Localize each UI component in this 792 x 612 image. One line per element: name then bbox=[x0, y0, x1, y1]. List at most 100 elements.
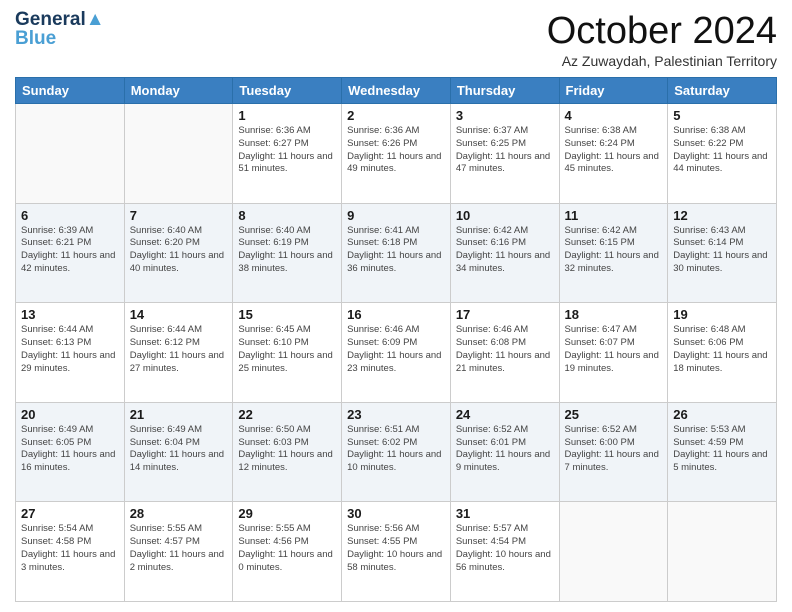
title-area: October 2024 Az Zuwaydah, Palestinian Te… bbox=[547, 10, 777, 69]
day-info: Sunrise: 6:36 AMSunset: 6:26 PMDaylight:… bbox=[347, 125, 445, 176]
calendar-cell: 30 Sunrise: 5:56 AMSunset: 4:55 PMDayligh… bbox=[342, 502, 451, 602]
day-info: Sunrise: 6:51 AMSunset: 6:02 PMDaylight:… bbox=[347, 424, 445, 475]
calendar-cell bbox=[668, 502, 777, 602]
day-number: 19 bbox=[673, 307, 771, 322]
calendar-body: 1 Sunrise: 6:36 AMSunset: 6:27 PMDaylight… bbox=[16, 104, 777, 602]
weekday-header-saturday: Saturday bbox=[668, 78, 777, 104]
day-number: 8 bbox=[238, 208, 336, 223]
day-number: 9 bbox=[347, 208, 445, 223]
day-info: Sunrise: 5:55 AMSunset: 4:57 PMDaylight:… bbox=[130, 523, 228, 574]
calendar-cell: 10 Sunrise: 6:42 AMSunset: 6:16 PMDayligh… bbox=[450, 203, 559, 303]
day-number: 23 bbox=[347, 407, 445, 422]
calendar-cell: 21 Sunrise: 6:49 AMSunset: 6:04 PMDayligh… bbox=[124, 402, 233, 502]
calendar-cell: 14Sunrise: 6:44 AMSunset: 6:12 PMDayligh… bbox=[124, 303, 233, 403]
calendar-cell: 26Sunrise: 5:53 AMSunset: 4:59 PMDayligh… bbox=[668, 402, 777, 502]
day-number: 29 bbox=[238, 506, 336, 521]
day-number: 7 bbox=[130, 208, 228, 223]
day-info: Sunrise: 6:39 AMSunset: 6:21 PMDaylight:… bbox=[21, 225, 119, 276]
logo-line1: General▲ bbox=[15, 10, 105, 29]
calendar-cell: 12Sunrise: 6:43 AMSunset: 6:14 PMDayligh… bbox=[668, 203, 777, 303]
day-number: 1 bbox=[238, 108, 336, 123]
day-info: Sunrise: 6:36 AMSunset: 6:27 PMDaylight:… bbox=[238, 125, 336, 176]
day-number: 12 bbox=[673, 208, 771, 223]
calendar-cell: 15 Sunrise: 6:45 AMSunset: 6:10 PMDayligh… bbox=[233, 303, 342, 403]
calendar-cell: 7 Sunrise: 6:40 AMSunset: 6:20 PMDaylight… bbox=[124, 203, 233, 303]
calendar-cell: 28 Sunrise: 5:55 AMSunset: 4:57 PMDayligh… bbox=[124, 502, 233, 602]
day-info: Sunrise: 6:49 AMSunset: 6:04 PMDaylight:… bbox=[130, 424, 228, 475]
day-info: Sunrise: 6:40 AMSunset: 6:20 PMDaylight:… bbox=[130, 225, 228, 276]
calendar-cell: 13 Sunrise: 6:44 AMSunset: 6:13 PMDayligh… bbox=[16, 303, 125, 403]
day-number: 3 bbox=[456, 108, 554, 123]
calendar-cell bbox=[124, 104, 233, 204]
day-info: Sunrise: 6:42 AMSunset: 6:16 PMDaylight:… bbox=[456, 225, 554, 276]
month-title: October 2024 bbox=[547, 10, 777, 53]
day-info: Sunrise: 6:38 AMSunset: 6:24 PMDaylight:… bbox=[565, 125, 663, 176]
calendar-header-row: SundayMondayTuesdayWednesdayThursdayFrid… bbox=[16, 78, 777, 104]
day-number: 15 bbox=[238, 307, 336, 322]
weekday-header-sunday: Sunday bbox=[16, 78, 125, 104]
day-number: 11 bbox=[565, 208, 663, 223]
day-info: Sunrise: 6:41 AMSunset: 6:18 PMDaylight:… bbox=[347, 225, 445, 276]
day-info: Sunrise: 5:56 AMSunset: 4:55 PMDaylight:… bbox=[347, 523, 445, 574]
day-info: Sunrise: 6:44 AMSunset: 6:12 PMDaylight:… bbox=[130, 324, 228, 375]
day-number: 21 bbox=[130, 407, 228, 422]
calendar-week-row: 20Sunrise: 6:49 AMSunset: 6:05 PMDayligh… bbox=[16, 402, 777, 502]
day-info: Sunrise: 6:48 AMSunset: 6:06 PMDaylight:… bbox=[673, 324, 771, 375]
day-number: 18 bbox=[565, 307, 663, 322]
day-number: 27 bbox=[21, 506, 119, 521]
day-number: 24 bbox=[456, 407, 554, 422]
day-info: Sunrise: 6:46 AMSunset: 6:09 PMDaylight:… bbox=[347, 324, 445, 375]
day-info: Sunrise: 5:57 AMSunset: 4:54 PMDaylight:… bbox=[456, 523, 554, 574]
calendar-week-row: 27 Sunrise: 5:54 AMSunset: 4:58 PMDayligh… bbox=[16, 502, 777, 602]
day-number: 31 bbox=[456, 506, 554, 521]
page: General▲ Blue October 2024 Az Zuwaydah, … bbox=[0, 0, 792, 612]
weekday-header-monday: Monday bbox=[124, 78, 233, 104]
day-info: Sunrise: 6:44 AMSunset: 6:13 PMDaylight:… bbox=[21, 324, 119, 375]
header: General▲ Blue October 2024 Az Zuwaydah, … bbox=[15, 10, 777, 69]
calendar-cell: 18 Sunrise: 6:47 AMSunset: 6:07 PMDayligh… bbox=[559, 303, 668, 403]
calendar-week-row: 6 Sunrise: 6:39 AMSunset: 6:21 PMDaylight… bbox=[16, 203, 777, 303]
day-number: 16 bbox=[347, 307, 445, 322]
location-subtitle: Az Zuwaydah, Palestinian Territory bbox=[547, 53, 777, 69]
calendar-table: SundayMondayTuesdayWednesdayThursdayFrid… bbox=[15, 77, 777, 602]
day-number: 28 bbox=[130, 506, 228, 521]
calendar-week-row: 13 Sunrise: 6:44 AMSunset: 6:13 PMDayligh… bbox=[16, 303, 777, 403]
day-number: 17 bbox=[456, 307, 554, 322]
day-number: 6 bbox=[21, 208, 119, 223]
weekday-header-tuesday: Tuesday bbox=[233, 78, 342, 104]
calendar-cell: 11 Sunrise: 6:42 AMSunset: 6:15 PMDayligh… bbox=[559, 203, 668, 303]
calendar-cell: 17 Sunrise: 6:46 AMSunset: 6:08 PMDayligh… bbox=[450, 303, 559, 403]
logo-line2: Blue bbox=[15, 29, 105, 48]
day-number: 10 bbox=[456, 208, 554, 223]
day-number: 30 bbox=[347, 506, 445, 521]
calendar-cell: 25Sunrise: 6:52 AMSunset: 6:00 PMDayligh… bbox=[559, 402, 668, 502]
logo: General▲ Blue bbox=[15, 10, 105, 48]
day-info: Sunrise: 6:45 AMSunset: 6:10 PMDaylight:… bbox=[238, 324, 336, 375]
day-info: Sunrise: 6:42 AMSunset: 6:15 PMDaylight:… bbox=[565, 225, 663, 276]
calendar-cell: 2Sunrise: 6:36 AMSunset: 6:26 PMDaylight… bbox=[342, 104, 451, 204]
day-number: 13 bbox=[21, 307, 119, 322]
weekday-header-wednesday: Wednesday bbox=[342, 78, 451, 104]
calendar-cell: 23 Sunrise: 6:51 AMSunset: 6:02 PMDayligh… bbox=[342, 402, 451, 502]
day-number: 22 bbox=[238, 407, 336, 422]
calendar-cell: 1 Sunrise: 6:36 AMSunset: 6:27 PMDaylight… bbox=[233, 104, 342, 204]
day-info: Sunrise: 6:37 AMSunset: 6:25 PMDaylight:… bbox=[456, 125, 554, 176]
day-info: Sunrise: 6:47 AMSunset: 6:07 PMDaylight:… bbox=[565, 324, 663, 375]
day-info: Sunrise: 6:46 AMSunset: 6:08 PMDaylight:… bbox=[456, 324, 554, 375]
calendar-cell: 24 Sunrise: 6:52 AMSunset: 6:01 PMDayligh… bbox=[450, 402, 559, 502]
calendar-cell: 16 Sunrise: 6:46 AMSunset: 6:09 PMDayligh… bbox=[342, 303, 451, 403]
day-info: Sunrise: 6:50 AMSunset: 6:03 PMDaylight:… bbox=[238, 424, 336, 475]
day-number: 5 bbox=[673, 108, 771, 123]
day-info: Sunrise: 6:52 AMSunset: 6:00 PMDaylight:… bbox=[565, 424, 663, 475]
day-info: Sunrise: 6:52 AMSunset: 6:01 PMDaylight:… bbox=[456, 424, 554, 475]
calendar-week-row: 1 Sunrise: 6:36 AMSunset: 6:27 PMDaylight… bbox=[16, 104, 777, 204]
calendar-cell: 20Sunrise: 6:49 AMSunset: 6:05 PMDayligh… bbox=[16, 402, 125, 502]
calendar-cell: 6 Sunrise: 6:39 AMSunset: 6:21 PMDaylight… bbox=[16, 203, 125, 303]
calendar-cell: 4Sunrise: 6:38 AMSunset: 6:24 PMDaylight… bbox=[559, 104, 668, 204]
day-info: Sunrise: 5:54 AMSunset: 4:58 PMDaylight:… bbox=[21, 523, 119, 574]
calendar-cell: 22 Sunrise: 6:50 AMSunset: 6:03 PMDayligh… bbox=[233, 402, 342, 502]
calendar-cell: 19 Sunrise: 6:48 AMSunset: 6:06 PMDayligh… bbox=[668, 303, 777, 403]
day-number: 26 bbox=[673, 407, 771, 422]
day-number: 20 bbox=[21, 407, 119, 422]
weekday-header-friday: Friday bbox=[559, 78, 668, 104]
